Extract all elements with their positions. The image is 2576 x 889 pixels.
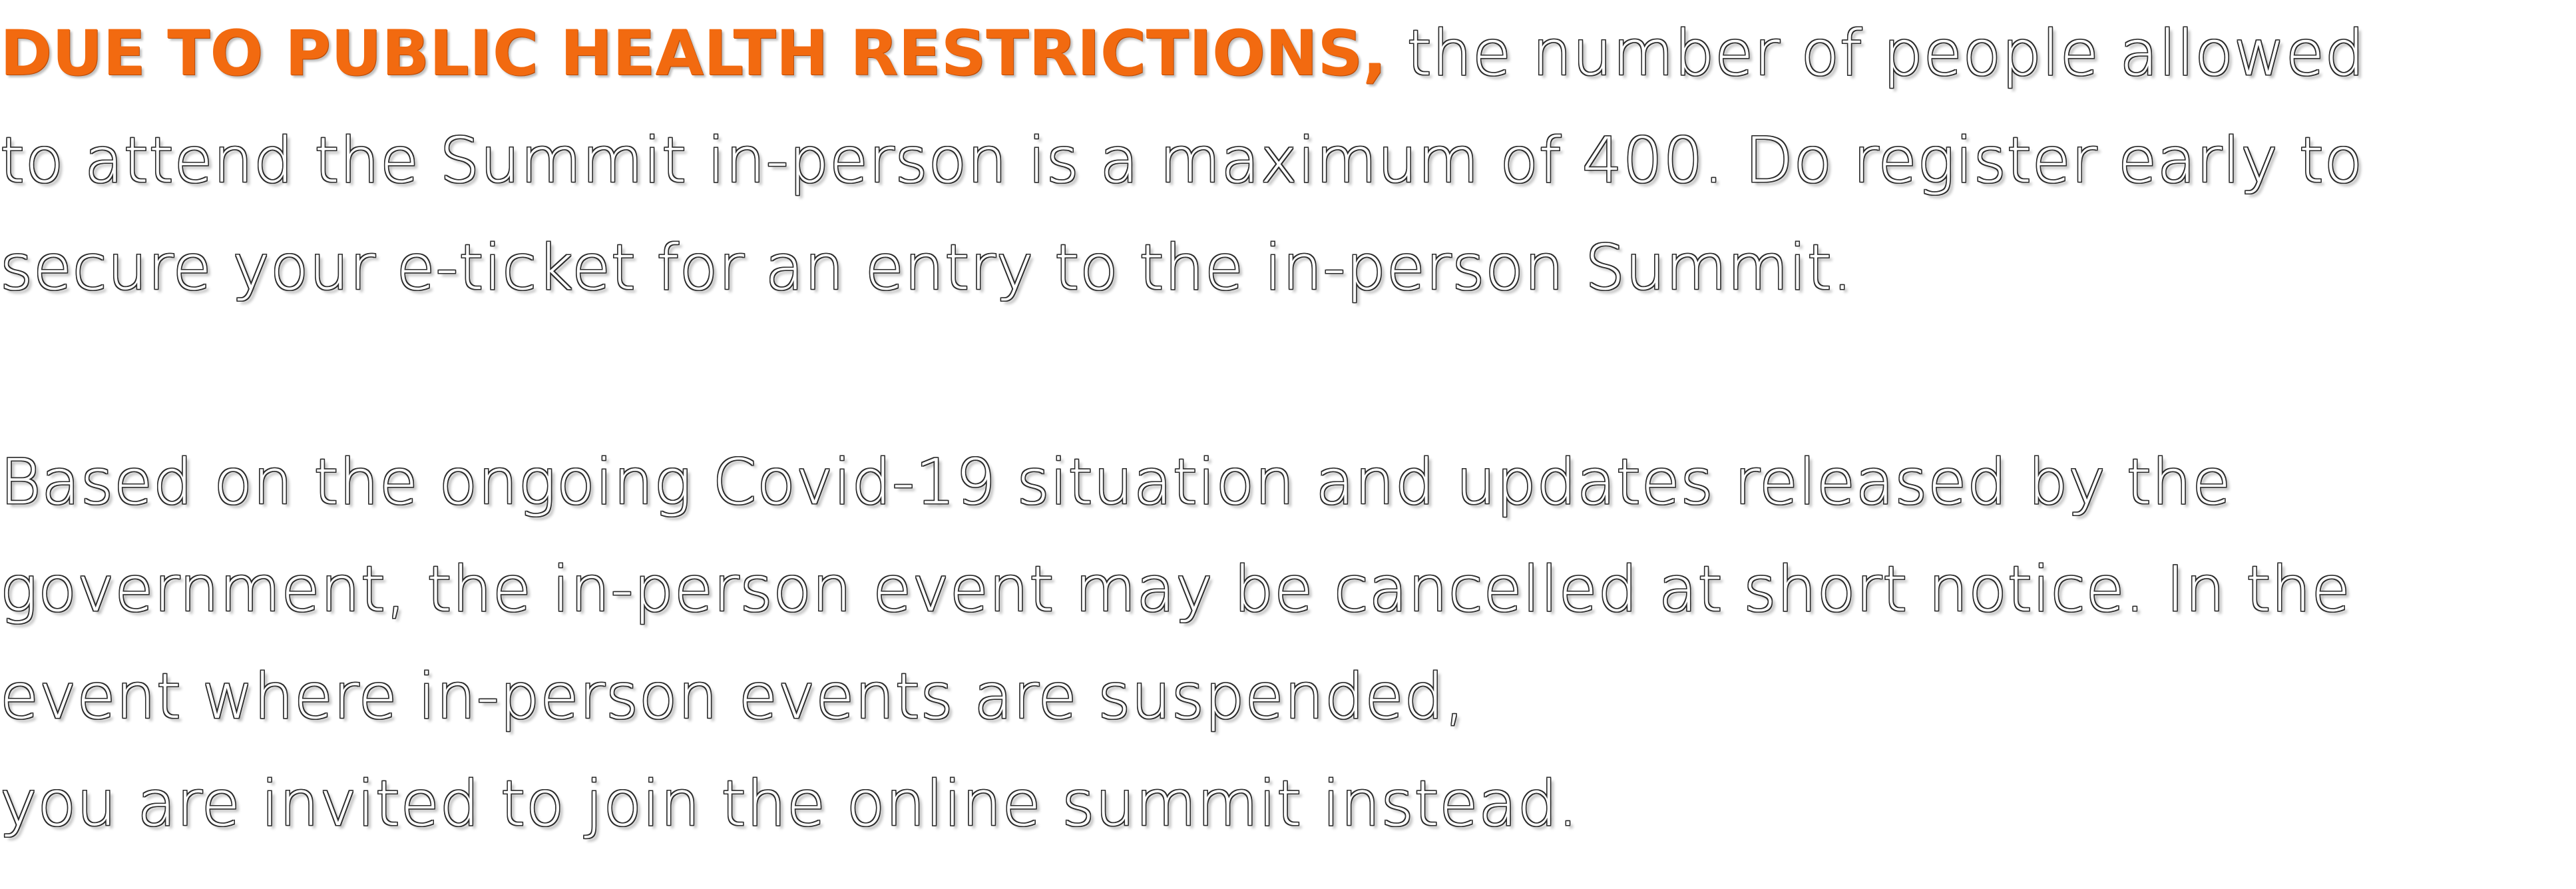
restrictions-heading: DUE TO PUBLIC HEALTH RESTRICTIONS, — [0, 17, 1387, 90]
restrictions-line-1-text: the number of people allowed — [1386, 17, 2366, 90]
restrictions-line-1: DUE TO PUBLIC HEALTH RESTRICTIONS, the n… — [0, 0, 2576, 107]
covid-situation-paragraph: Based on the ongoing Covid-19 situation … — [0, 429, 2576, 858]
covid-line-4: you are invited to join the online summi… — [0, 768, 1579, 840]
covid-line-2: government, the in-person event may be c… — [0, 553, 2351, 626]
covid-line-3: event where in-person events are suspend… — [0, 661, 1466, 733]
page: { "notice": { "paragraph_1": { "emphasis… — [0, 0, 2576, 889]
covid-line-1: Based on the ongoing Covid-19 situation … — [0, 446, 2232, 519]
covid-notice: DUE TO PUBLIC HEALTH RESTRICTIONS, the n… — [0, 0, 2576, 858]
restrictions-line-3: secure your e-ticket for an entry to the… — [0, 232, 1853, 304]
restrictions-paragraph: DUE TO PUBLIC HEALTH RESTRICTIONS, the n… — [0, 0, 2576, 322]
restrictions-line-2: to attend the Summit in-person is a maxi… — [0, 125, 2364, 197]
